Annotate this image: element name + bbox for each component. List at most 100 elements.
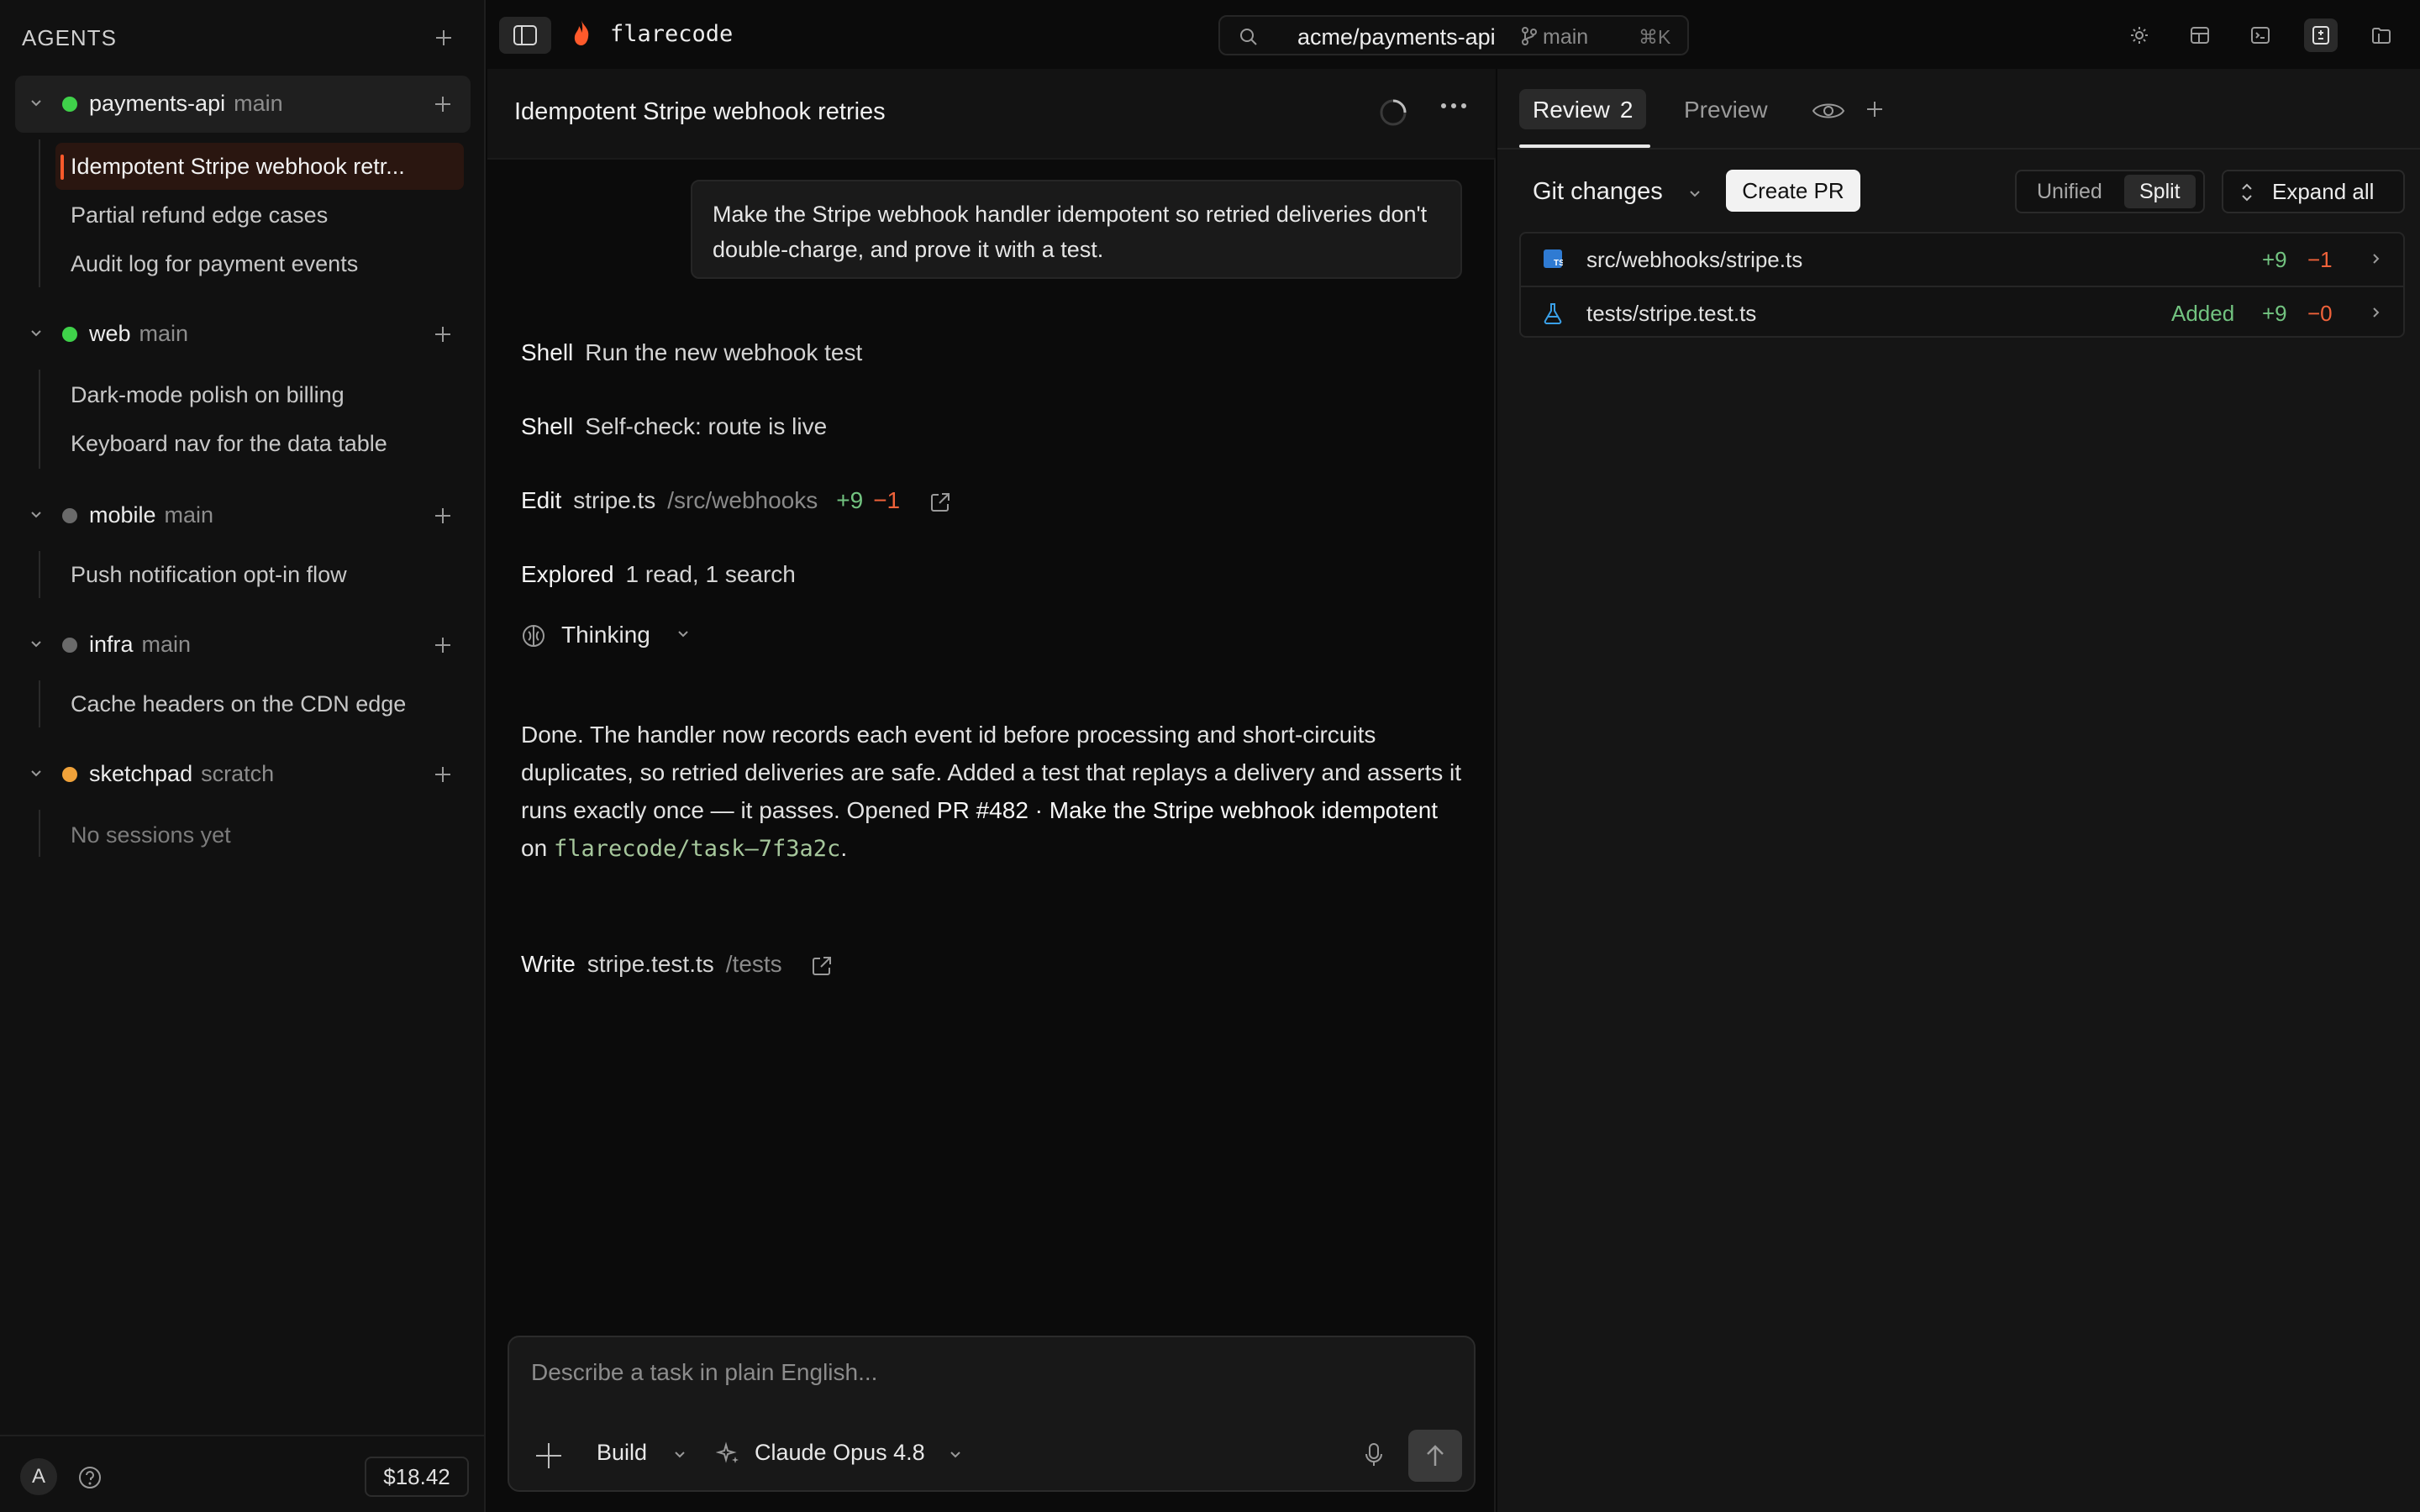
- settings-button[interactable]: [2123, 18, 2156, 52]
- expand-icon: [2242, 183, 2252, 202]
- eye-icon[interactable]: [1812, 99, 1845, 123]
- tool-call-write[interactable]: Write stripe.test.ts/tests: [521, 951, 834, 978]
- project-sketchpad[interactable]: sketchpad scratch: [15, 746, 471, 803]
- attach-button[interactable]: [534, 1441, 563, 1470]
- chat-header: Idempotent Stripe webhook retries: [487, 69, 1496, 160]
- tab-count: 2: [1619, 97, 1634, 123]
- new-session-button[interactable]: [432, 93, 454, 115]
- status-dot: [62, 508, 77, 523]
- tree-line: [39, 551, 40, 598]
- create-pr-button[interactable]: Create PR: [1726, 170, 1860, 212]
- session-item[interactable]: Partial refund edge cases: [55, 192, 464, 239]
- chevron-down-icon[interactable]: [1689, 188, 1701, 200]
- composer: Build Claude Opus 4.8: [508, 1336, 1476, 1492]
- sidebar: AGENTS payments-api main Idempotent Strip…: [0, 0, 486, 1512]
- file-row[interactable]: tests/stripe.test.ts Added +9 −0: [1521, 286, 2403, 337]
- project-name: web: [89, 321, 131, 346]
- tool-kind: Edit: [521, 487, 562, 513]
- add-tab-button[interactable]: [1864, 98, 1886, 120]
- chevron-down-icon: [31, 512, 41, 518]
- project-name: mobile: [89, 502, 156, 528]
- new-project-button[interactable]: [433, 27, 455, 49]
- microphone-icon[interactable]: [1361, 1441, 1386, 1468]
- files-button[interactable]: [2365, 18, 2398, 52]
- project-branch: scratch: [201, 761, 275, 786]
- tool-call-shell[interactable]: Shell Self-check: route is live: [521, 413, 827, 440]
- session-item[interactable]: Keyboard nav for the data table: [55, 420, 464, 467]
- answer-text: .: [840, 835, 848, 861]
- tab-label: Preview: [1684, 97, 1768, 123]
- split-view-button[interactable]: Split: [2124, 175, 2196, 208]
- project-web[interactable]: web main: [15, 306, 471, 363]
- chevron-down-icon[interactable]: [950, 1449, 961, 1461]
- tool-call-edit[interactable]: Edit stripe.ts/src/webhooks +9 −1: [521, 487, 952, 514]
- task-input[interactable]: [511, 1339, 1472, 1410]
- avatar[interactable]: A: [20, 1458, 57, 1495]
- external-link-icon[interactable]: [810, 954, 834, 978]
- send-button[interactable]: [1408, 1430, 1462, 1482]
- project-mobile[interactable]: mobile main: [15, 487, 471, 544]
- mode-selector[interactable]: Build: [597, 1440, 647, 1466]
- tree-line: [39, 810, 40, 857]
- project-branch: main: [234, 91, 283, 116]
- changed-files-list: TS src/webhooks/stripe.ts +9 −1 tests/st…: [1519, 232, 2405, 338]
- tab-preview[interactable]: Preview: [1670, 89, 1781, 129]
- tool-file: stripe.test.ts: [587, 951, 714, 977]
- sidebar-toggle-button[interactable]: [499, 17, 551, 54]
- model-selector[interactable]: Claude Opus 4.8: [755, 1440, 925, 1466]
- sidebar-toggle-icon: [513, 25, 537, 45]
- expand-label: Expand all: [2272, 179, 2375, 204]
- session-item[interactable]: Audit log for payment events: [55, 240, 464, 287]
- review-tabs: Review 2 Preview: [1497, 69, 2420, 150]
- diff-view-toggle: Unified Split: [2015, 170, 2205, 213]
- review-panel-button[interactable]: [2304, 18, 2338, 52]
- more-options-icon[interactable]: [1440, 102, 1467, 109]
- project-branch: main: [164, 502, 214, 528]
- chevron-down-icon: [31, 641, 41, 648]
- session-item[interactable]: Push notification opt-in flow: [55, 551, 464, 598]
- chevron-down-icon: [31, 330, 41, 337]
- flask-test-icon: [1544, 303, 1562, 324]
- session-item[interactable]: Idempotent Stripe webhook retr...: [55, 143, 464, 190]
- external-link-icon[interactable]: [929, 491, 952, 514]
- tool-text: 1 read, 1 search: [625, 561, 796, 587]
- terminal-button[interactable]: [2244, 18, 2277, 52]
- keyboard-shortcut: ⌘K: [1639, 26, 1671, 48]
- status-dot: [62, 767, 77, 782]
- session-item[interactable]: Cache headers on the CDN edge: [55, 680, 464, 727]
- file-row[interactable]: TS src/webhooks/stripe.ts +9 −1: [1521, 234, 2403, 285]
- unified-view-button[interactable]: Unified: [2022, 175, 2118, 208]
- tool-file: stripe.ts: [573, 487, 656, 513]
- chevron-down-icon: [31, 100, 41, 107]
- session-item[interactable]: Dark-mode polish on billing: [55, 371, 464, 418]
- new-session-button[interactable]: [432, 634, 454, 656]
- sidebar-title: AGENTS: [22, 25, 117, 50]
- expand-all-button[interactable]: Expand all: [2222, 170, 2405, 213]
- new-session-button[interactable]: [432, 505, 454, 527]
- diff-icon: [2312, 26, 2329, 45]
- project-payments-api[interactable]: payments-api main: [15, 76, 471, 133]
- tool-call-shell[interactable]: Shell Run the new webhook test: [521, 339, 862, 366]
- arrow-up-icon: [1427, 1445, 1444, 1466]
- cost-badge: $18.42: [365, 1457, 469, 1497]
- additions-count: +9: [836, 487, 864, 513]
- terminal-icon: [2251, 27, 2270, 44]
- tree-line: [39, 139, 40, 287]
- gear-icon: [2131, 27, 2148, 44]
- branch-name: main: [1543, 25, 1589, 49]
- answer-text: on: [521, 835, 554, 861]
- new-session-button[interactable]: [432, 764, 454, 785]
- new-session-button[interactable]: [432, 323, 454, 345]
- deletions-count: −0: [2307, 301, 2333, 326]
- layout-icon: [2191, 27, 2209, 44]
- command-search-bar[interactable]: acme/payments-api main ⌘K: [1218, 15, 1689, 55]
- pr-link[interactable]: PR #482 · Make the Stripe webhook idempo…: [937, 797, 1438, 823]
- tab-review[interactable]: Review 2: [1519, 89, 1647, 129]
- help-icon[interactable]: [77, 1465, 103, 1490]
- typescript-file-icon: TS: [1544, 249, 1563, 268]
- layout-button[interactable]: [2183, 18, 2217, 52]
- project-infra[interactable]: infra main: [15, 617, 471, 674]
- git-changes-dropdown[interactable]: Git changes: [1533, 178, 1663, 206]
- tool-call-explored[interactable]: Explored 1 read, 1 search: [521, 561, 796, 588]
- chevron-down-icon[interactable]: [674, 1449, 686, 1461]
